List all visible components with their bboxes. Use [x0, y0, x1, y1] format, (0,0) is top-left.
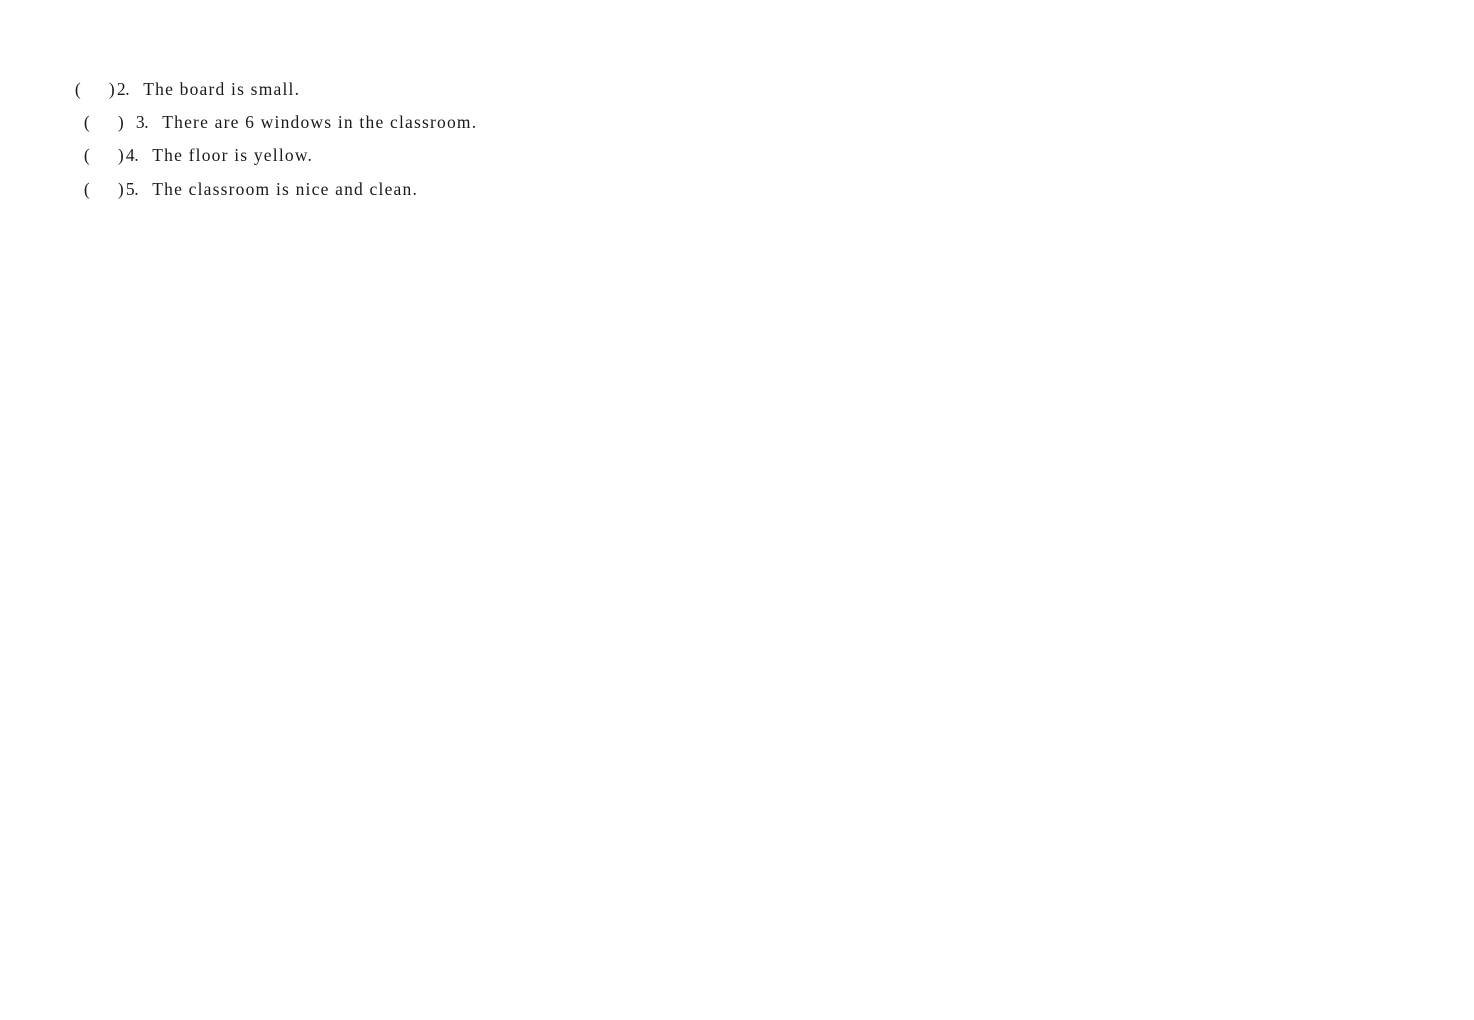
question-item: () 5. The classroom is nice and clean.	[68, 159, 418, 219]
question-number: 5.	[125, 179, 139, 199]
question-text: The classroom is nice and clean.	[152, 179, 419, 199]
answer-bracket-close: )	[117, 179, 124, 199]
answer-bracket-open: (	[83, 179, 90, 199]
